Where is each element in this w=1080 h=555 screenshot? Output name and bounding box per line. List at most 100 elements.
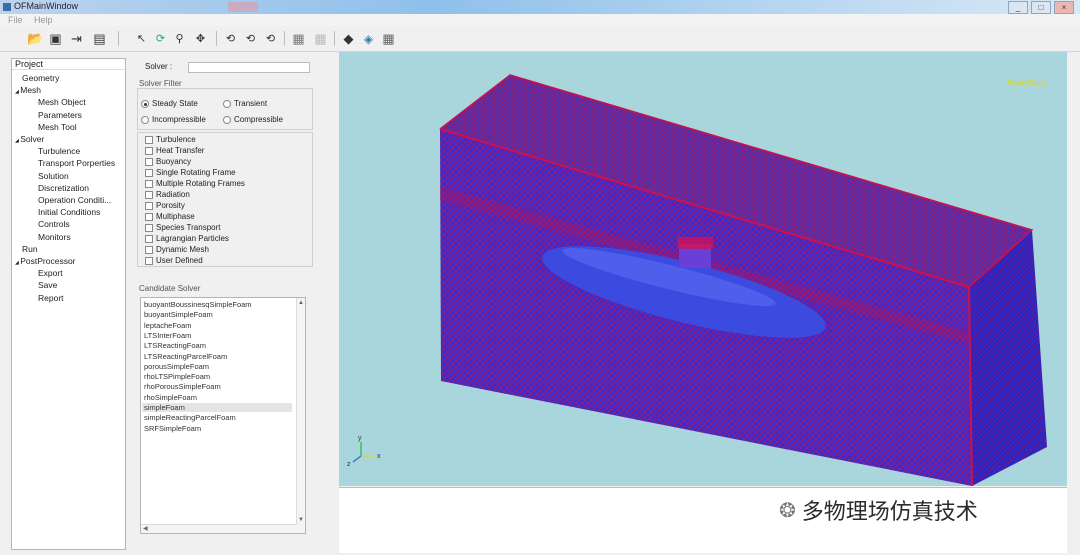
export-icon[interactable]: ▤ — [91, 30, 108, 47]
tree-item-label: Solver — [20, 134, 45, 144]
candidate-solver-list[interactable]: buoyantBoussinesqSimpleFoam buoyantSimple… — [140, 297, 306, 534]
tree-item[interactable]: ◢ Solver — [15, 134, 44, 144]
menu-file[interactable]: File — [8, 15, 23, 25]
tree-item[interactable]: Geometry — [22, 73, 59, 83]
tree-item[interactable]: Operation Conditi... — [38, 195, 111, 205]
checkbox-label: User Defined — [156, 256, 203, 265]
mesh-display-icon[interactable]: ◈ — [360, 30, 377, 47]
minimize-button[interactable]: _ — [1008, 1, 1028, 14]
checkbox[interactable] — [145, 180, 153, 188]
project-header: Project — [12, 59, 125, 70]
zoom-icon[interactable]: ⚲ — [171, 30, 188, 47]
rotate-icon[interactable]: ⟳ — [152, 30, 169, 47]
view-side-icon[interactable]: ⟲ — [242, 30, 259, 47]
checkbox[interactable] — [145, 191, 153, 199]
tree-item[interactable]: Solution — [38, 171, 69, 181]
checkbox[interactable] — [145, 235, 153, 243]
tree-item-label: Discretization — [38, 182, 90, 193]
select-icon[interactable]: ↖ — [133, 30, 150, 47]
wireframe-icon[interactable]: ▦ — [380, 30, 397, 47]
viewport-status-label: Ready/Done — [1007, 80, 1046, 87]
checkbox-label: Turbulence — [156, 135, 196, 144]
3d-viewport[interactable]: x y z Ready/Done — [339, 52, 1067, 486]
checkbox[interactable] — [145, 246, 153, 254]
view-front-icon[interactable]: ⟲ — [222, 30, 239, 47]
list-vertical-scrollbar[interactable]: ▲ ▼ — [296, 298, 305, 533]
radio-button[interactable] — [141, 100, 149, 108]
checkbox[interactable] — [145, 202, 153, 210]
view-top-icon[interactable]: ⟲ — [262, 30, 279, 47]
tree-item-label: Save — [38, 280, 58, 291]
list-horizontal-scrollbar[interactable]: ◀ — [141, 524, 297, 533]
grid-dim-icon[interactable]: ▦ — [312, 30, 329, 47]
tree-item[interactable]: Controls — [38, 219, 70, 229]
checkbox-label: Multiple Rotating Frames — [156, 179, 245, 188]
tree-item[interactable]: Monitors — [38, 232, 71, 242]
solver-panel: Solver : Solver Filter Steady State Trans… — [133, 58, 313, 552]
app-icon — [3, 3, 11, 11]
tree-item[interactable]: Discretization — [38, 183, 89, 193]
open-icon[interactable]: 📂 — [27, 30, 44, 47]
list-item[interactable]: leptacheFoam — [144, 321, 192, 330]
tree-item-label: Transport Porperties — [38, 158, 116, 169]
render-icon[interactable]: ◆ — [340, 30, 357, 47]
list-item[interactable]: LTSInterFoam — [144, 331, 191, 340]
tree-item[interactable]: Turbulence — [38, 146, 80, 156]
list-item[interactable]: rhoLTSPimpleFoam — [144, 372, 210, 381]
list-item[interactable]: rhoPorousSimpleFoam — [144, 382, 221, 391]
scroll-left-icon[interactable]: ◀ — [143, 525, 148, 532]
list-item[interactable]: buoyantSimpleFoam — [144, 310, 213, 319]
tree-item[interactable]: Initial Conditions — [38, 207, 100, 217]
tree-item[interactable]: Save — [38, 280, 57, 290]
checkbox-label: Single Rotating Frame — [156, 168, 236, 177]
tree-item[interactable]: Export — [38, 268, 63, 278]
tree-item-label: Geometry — [22, 73, 60, 83]
import-icon[interactable]: ⇥ — [68, 30, 85, 47]
list-item[interactable]: rhoSimpleFoam — [144, 393, 197, 402]
checkbox[interactable] — [145, 257, 153, 265]
wechat-icon: ❂ — [779, 498, 796, 522]
checkbox[interactable] — [145, 213, 153, 221]
tree-item-label: PostProcessor — [20, 256, 76, 266]
list-item[interactable]: simpleFoam — [142, 403, 292, 412]
tree-item-label: Mesh Object — [38, 97, 86, 108]
tree-item[interactable]: Run — [22, 244, 38, 254]
tree-item[interactable]: Report — [38, 293, 64, 303]
solver-input[interactable] — [188, 62, 310, 73]
tree-item-label: Report — [38, 292, 64, 303]
tree-item[interactable]: ◢ Mesh — [15, 85, 41, 95]
tree-item[interactable]: Transport Porperties — [38, 158, 115, 168]
list-item[interactable]: buoyantBoussinesqSimpleFoam — [144, 300, 252, 309]
tree-item[interactable]: Mesh Object — [38, 97, 86, 107]
solver-label: Solver : — [145, 62, 173, 71]
maximize-button[interactable]: □ — [1031, 1, 1051, 14]
close-button[interactable]: × — [1054, 1, 1074, 14]
scroll-down-icon[interactable]: ▼ — [298, 517, 304, 523]
checkbox-label: Dynamic Mesh — [156, 245, 209, 254]
checkbox[interactable] — [145, 224, 153, 232]
radio-button[interactable] — [223, 100, 231, 108]
radio-button[interactable] — [141, 116, 149, 124]
radio-button[interactable] — [223, 116, 231, 124]
tree-item-label: Solution — [38, 170, 69, 181]
tree-item-label: Mesh Tool — [38, 121, 77, 132]
tree-item[interactable]: ◢ PostProcessor — [15, 256, 76, 266]
scroll-up-icon[interactable]: ▲ — [298, 300, 304, 306]
tree-item[interactable]: Mesh Tool — [38, 122, 77, 132]
grid-icon[interactable]: ▦ — [290, 30, 307, 47]
save-icon[interactable]: ▣ — [47, 30, 64, 47]
checkbox[interactable] — [145, 158, 153, 166]
list-item[interactable]: porousSimpleFoam — [144, 362, 209, 371]
tree-item[interactable]: Parameters — [38, 110, 82, 120]
checkbox[interactable] — [145, 136, 153, 144]
checkbox[interactable] — [145, 169, 153, 177]
list-item[interactable]: SRFSimpleFoam — [144, 424, 201, 433]
tree-item-label: Mesh — [20, 85, 42, 96]
checkbox[interactable] — [145, 147, 153, 155]
list-item[interactable]: simpleReactingParcelFoam — [144, 413, 236, 422]
list-item[interactable]: LTSReactingFoam — [144, 341, 206, 350]
pan-icon[interactable]: ✥ — [192, 30, 209, 47]
list-item[interactable]: LTSReactingParcelFoam — [144, 352, 227, 361]
menu-help[interactable]: Help — [34, 15, 53, 25]
window-title: OFMainWindow — [14, 1, 79, 11]
